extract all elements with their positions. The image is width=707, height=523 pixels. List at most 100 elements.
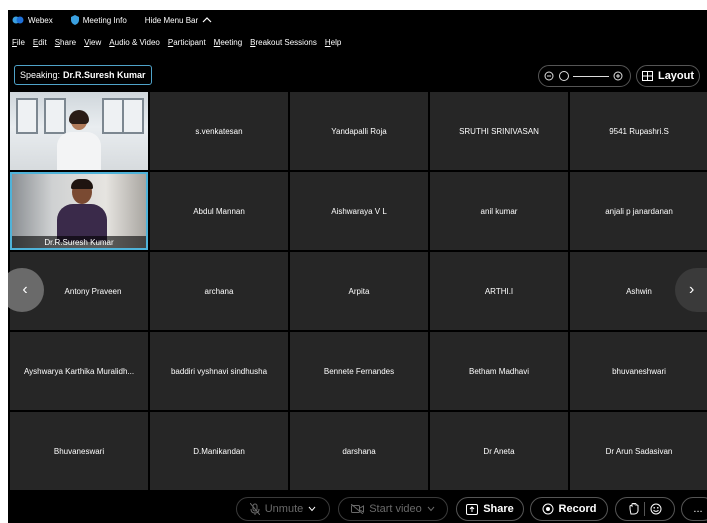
participant-name: D.Manikandan bbox=[193, 446, 245, 456]
title-bar: Webex Meeting Info Hide Menu Bar bbox=[8, 10, 707, 30]
participant-name: Aishwaraya V L bbox=[331, 206, 387, 216]
share-label: Share bbox=[483, 503, 514, 515]
webex-app-button[interactable]: Webex bbox=[12, 15, 53, 25]
layout-label: Layout bbox=[657, 70, 695, 82]
chevron-down-icon bbox=[427, 506, 435, 512]
participant-tile[interactable]: Ayshwarya Karthika Muralidh... bbox=[10, 332, 148, 410]
grid-layout-icon bbox=[641, 71, 653, 81]
chevron-up-icon bbox=[202, 17, 212, 23]
participant-name: Bhuvaneswari bbox=[53, 446, 105, 456]
participant-name: anjali p janardanan bbox=[605, 206, 673, 216]
menu-audio-video[interactable]: Audio & Video bbox=[109, 38, 160, 47]
participant-tile[interactable]: Bhuvaneswari bbox=[10, 412, 148, 490]
menu-file[interactable]: File bbox=[12, 38, 25, 47]
more-options-icon: ... bbox=[693, 503, 703, 515]
layout-button[interactable]: Layout bbox=[636, 65, 700, 87]
video-off-icon bbox=[351, 504, 365, 514]
participant-tile[interactable]: SRUTHI SRINIVASAN bbox=[430, 92, 568, 170]
raise-hand-icon[interactable] bbox=[629, 503, 639, 515]
participant-tile[interactable]: Dr Arun Sadasivan bbox=[570, 412, 707, 490]
record-button[interactable]: Record bbox=[530, 497, 608, 521]
app-name: Webex bbox=[28, 15, 53, 25]
participant-tile[interactable]: anjali p janardanan bbox=[570, 172, 707, 250]
participant-tile-video[interactable] bbox=[10, 92, 148, 170]
participant-tile[interactable]: darshana bbox=[290, 412, 428, 490]
participant-name: Antony Praveen bbox=[64, 286, 122, 296]
record-label: Record bbox=[558, 503, 597, 515]
participant-name: Ayshwarya Karthika Muralidh... bbox=[23, 366, 135, 376]
chevron-left-icon: ‹ bbox=[22, 281, 28, 298]
menu-view[interactable]: View bbox=[84, 38, 101, 47]
hide-menu-bar-label: Hide Menu Bar bbox=[144, 15, 199, 25]
menu-breakout-sessions[interactable]: Breakout Sessions bbox=[250, 38, 317, 47]
zoom-control bbox=[538, 65, 631, 87]
participant-video-person bbox=[57, 110, 101, 170]
speaking-label: Speaking: bbox=[20, 70, 61, 80]
zoom-in-icon[interactable] bbox=[613, 71, 624, 82]
participant-tile[interactable]: Betham Madhavi bbox=[430, 332, 568, 410]
participant-tile[interactable]: anil kumar bbox=[430, 172, 568, 250]
participant-name-tag: Dr.R.Suresh Kumar bbox=[12, 236, 146, 248]
video-feed bbox=[10, 92, 148, 170]
hide-menu-bar-button[interactable]: Hide Menu Bar bbox=[145, 16, 216, 25]
webex-logo-icon bbox=[12, 16, 24, 24]
start-video-label: Start video bbox=[369, 503, 422, 515]
menu-share[interactable]: Share bbox=[55, 38, 76, 47]
menu-help[interactable]: Help bbox=[325, 38, 341, 47]
participant-tile[interactable]: Aishwaraya V L bbox=[290, 172, 428, 250]
start-video-button[interactable]: Start video bbox=[338, 497, 448, 521]
zoom-out-icon[interactable] bbox=[544, 71, 555, 82]
speaking-name: Dr.R.Suresh Kumar bbox=[63, 70, 146, 80]
participant-tile[interactable]: D.Manikandan bbox=[150, 412, 288, 490]
more-options-button[interactable]: ... bbox=[681, 497, 707, 521]
reactions-button-group bbox=[615, 497, 675, 521]
participant-name: SRUTHI SRINIVASAN bbox=[459, 126, 539, 136]
muted-microphone-icon bbox=[249, 503, 260, 515]
participant-tile[interactable]: 9541 Rupashri.S bbox=[570, 92, 707, 170]
participant-name: darshana bbox=[342, 446, 376, 456]
meeting-info-label: Meeting Info bbox=[82, 15, 127, 25]
participant-tile[interactable]: Dr Aneta bbox=[430, 412, 568, 490]
participant-name: Dr Arun Sadasivan bbox=[605, 446, 673, 456]
participant-name: 9541 Rupashri.S bbox=[609, 126, 669, 136]
participant-name: anil kumar bbox=[480, 206, 518, 216]
participant-name: s.venkatesan bbox=[195, 126, 243, 136]
participant-tile[interactable]: ARTHI.I bbox=[430, 252, 568, 330]
emoji-reaction-icon[interactable] bbox=[650, 503, 662, 515]
participant-name: Ashwin bbox=[626, 286, 652, 296]
menu-edit[interactable]: Edit bbox=[33, 38, 47, 47]
participant-tile[interactable]: baddiri vyshnavi sindhusha bbox=[150, 332, 288, 410]
participant-video-person bbox=[57, 179, 107, 242]
participant-tile-video-active-speaker[interactable]: Dr.R.Suresh Kumar bbox=[10, 172, 148, 250]
unmute-label: Unmute bbox=[264, 503, 304, 515]
record-icon bbox=[542, 503, 554, 515]
participant-name: Bennete Fernandes bbox=[323, 366, 395, 376]
unmute-button[interactable]: Unmute bbox=[236, 497, 330, 521]
participant-name: Betham Madhavi bbox=[468, 366, 530, 376]
participant-name: bhuvaneshwari bbox=[612, 366, 666, 376]
participant-tile[interactable]: Bennete Fernandes bbox=[290, 332, 428, 410]
participant-grid: s.venkatesan Yandapalli Roja SRUTHI SRIN… bbox=[8, 92, 707, 492]
share-screen-icon bbox=[466, 503, 479, 515]
menu-bar: File Edit Share View Audio & Video Parti… bbox=[8, 30, 707, 54]
participant-tile[interactable]: Arpita bbox=[290, 252, 428, 330]
chevron-right-icon: › bbox=[689, 281, 695, 298]
participant-name: ARTHI.I bbox=[484, 286, 514, 296]
zoom-slider-track[interactable] bbox=[573, 75, 609, 77]
webex-window: Webex Meeting Info Hide Menu Bar File Ed… bbox=[8, 10, 707, 523]
meeting-info-button[interactable]: Meeting Info bbox=[70, 15, 127, 25]
speaking-indicator: Speaking: Dr.R.Suresh Kumar bbox=[14, 65, 152, 85]
menu-meeting[interactable]: Meeting bbox=[214, 38, 242, 47]
meeting-controls: Unmute Start video Share Record ... bbox=[8, 495, 707, 523]
menu-participant[interactable]: Participant bbox=[168, 38, 206, 47]
shield-icon bbox=[70, 15, 79, 25]
share-button[interactable]: Share bbox=[456, 497, 524, 521]
participant-tile[interactable]: Abdul Mannan bbox=[150, 172, 288, 250]
chevron-down-icon bbox=[308, 506, 316, 512]
participant-tile[interactable]: s.venkatesan bbox=[150, 92, 288, 170]
zoom-slider-handle[interactable] bbox=[559, 71, 569, 81]
participant-name: baddiri vyshnavi sindhusha bbox=[170, 366, 268, 376]
participant-tile[interactable]: archana bbox=[150, 252, 288, 330]
participant-tile[interactable]: Yandapalli Roja bbox=[290, 92, 428, 170]
participant-tile[interactable]: bhuvaneshwari bbox=[570, 332, 707, 410]
